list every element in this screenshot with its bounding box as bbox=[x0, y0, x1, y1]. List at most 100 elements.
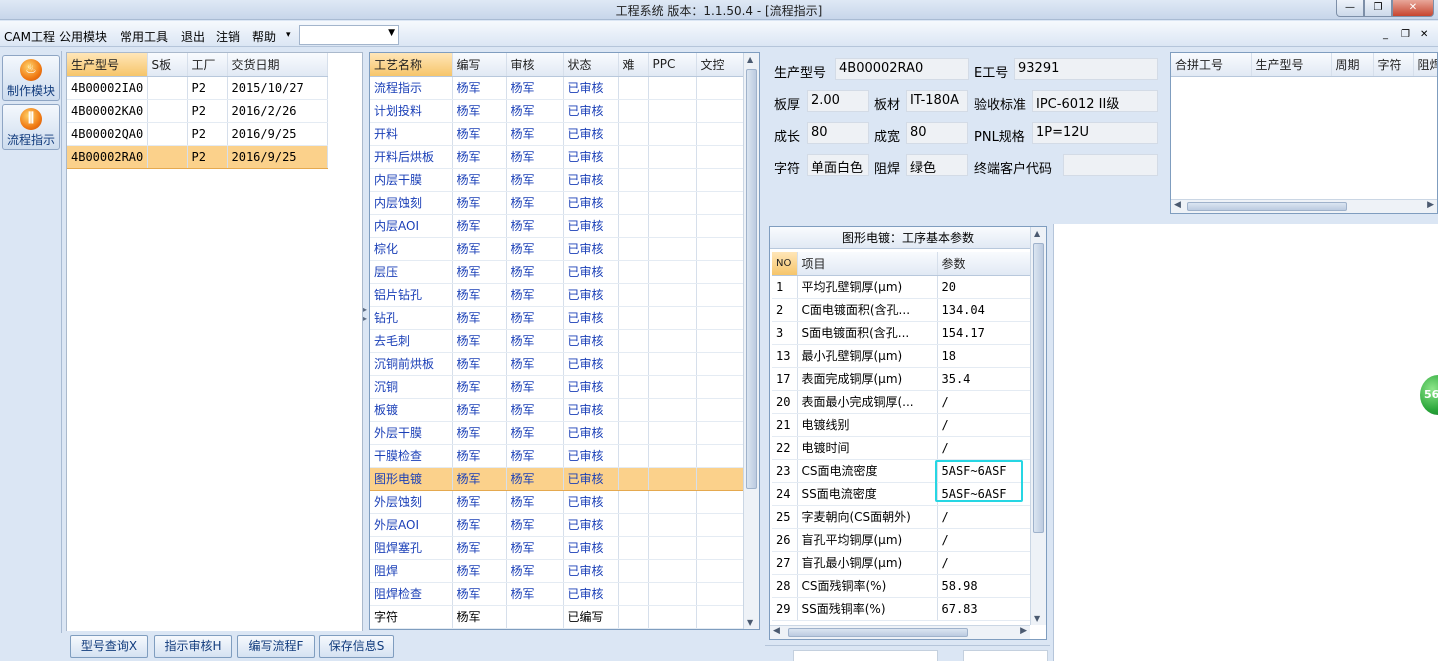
param-row[interactable]: 22 电镀时间 / bbox=[772, 436, 1031, 460]
nav-flow-indication[interactable]: ⫼ 流程指示 bbox=[2, 104, 60, 150]
process-row[interactable]: 外层AOI 杨军 杨军 已审核 bbox=[370, 513, 745, 537]
col-character[interactable]: 字符 bbox=[1373, 53, 1414, 77]
process-row[interactable]: 阻焊检查 杨军 杨军 已审核 bbox=[370, 582, 745, 606]
process-row[interactable]: 层压 杨军 杨军 已审核 bbox=[370, 260, 745, 284]
write-flow-button[interactable]: 编写流程F bbox=[237, 635, 315, 658]
pnl-value[interactable]: 1P=12U bbox=[1032, 122, 1158, 144]
scroll-up-icon[interactable]: ▲ bbox=[1034, 229, 1040, 238]
scroll-down-icon[interactable]: ▼ bbox=[1034, 614, 1040, 623]
review-instruction-button[interactable]: 指示审核H bbox=[154, 635, 232, 658]
col-combine-model[interactable]: 生产型号 bbox=[1251, 53, 1332, 77]
nav-make-module[interactable]: ♨ 制作模块 bbox=[2, 55, 60, 101]
minimize-button[interactable]: — bbox=[1336, 0, 1364, 17]
process-row[interactable]: 板镀 杨军 杨军 已审核 bbox=[370, 398, 745, 422]
param-row[interactable]: 3 S面电镀面积(含孔... 154.17 bbox=[772, 321, 1031, 345]
process-row[interactable]: 钻孔 杨军 杨军 已审核 bbox=[370, 306, 745, 330]
col-difficulty[interactable]: 难 bbox=[618, 53, 649, 77]
model-row[interactable]: 4B00002RA0 P2 2016/9/25 bbox=[67, 145, 328, 169]
model-query-button[interactable]: 型号查询X bbox=[70, 635, 148, 658]
menu-logout[interactable]: 注销 bbox=[216, 28, 240, 45]
param-row[interactable]: 13 最小孔壁铜厚(μm) 18 bbox=[772, 344, 1031, 368]
param-row[interactable]: 1 平均孔壁铜厚(μm) 20 bbox=[772, 275, 1031, 299]
col-factory[interactable]: 工厂 bbox=[187, 53, 228, 77]
combine-hscrollbar[interactable]: ◀ ▶ bbox=[1171, 199, 1437, 213]
process-row[interactable]: 字符 杨军 已编写 bbox=[370, 605, 745, 629]
col-cycle[interactable]: 周期 bbox=[1331, 53, 1374, 77]
help-dropdown-icon[interactable]: ▾ bbox=[286, 30, 291, 40]
process-row[interactable]: 棕化 杨军 杨军 已审核 bbox=[370, 237, 745, 261]
mdi-restore-button[interactable]: ❐ bbox=[1401, 29, 1410, 40]
process-row[interactable]: 内层AOI 杨军 杨军 已审核 bbox=[370, 214, 745, 238]
splitter-arrow-icon[interactable]: ▸ ▸ bbox=[363, 305, 367, 323]
col-reviewer[interactable]: 审核 bbox=[506, 53, 564, 77]
col-param[interactable]: 参数 bbox=[937, 252, 1031, 276]
close-button[interactable]: ✕ bbox=[1392, 0, 1434, 17]
param-row[interactable]: 29 SS面残铜率(%) 67.83 bbox=[772, 597, 1031, 621]
menu-exit[interactable]: 退出 bbox=[181, 28, 205, 45]
model-value[interactable]: 4B00002RA0 bbox=[835, 58, 969, 80]
process-row[interactable]: 外层干膜 杨军 杨军 已审核 bbox=[370, 421, 745, 445]
menu-help[interactable]: 帮助 bbox=[252, 28, 276, 45]
param-row[interactable]: 27 盲孔最小铜厚(μm) / bbox=[772, 551, 1031, 575]
scroll-right-icon[interactable]: ▶ bbox=[1427, 200, 1434, 210]
scroll-left-icon[interactable]: ◀ bbox=[773, 626, 780, 636]
process-row[interactable]: 开料 杨军 杨军 已审核 bbox=[370, 122, 745, 146]
standard-value[interactable]: IPC-6012 II级 bbox=[1032, 90, 1158, 112]
mdi-minimize-button[interactable]: _ bbox=[1383, 29, 1388, 40]
param-row[interactable]: 2 C面电镀面积(含孔... 134.04 bbox=[772, 298, 1031, 322]
scroll-left-icon[interactable]: ◀ bbox=[1174, 200, 1181, 210]
process-row[interactable]: 沉铜前烘板 杨军 杨军 已审核 bbox=[370, 352, 745, 376]
process-row[interactable]: 图形电镀 杨军 杨军 已审核 bbox=[370, 467, 745, 491]
col-doc-control[interactable]: 文控 bbox=[696, 53, 745, 77]
process-row[interactable]: 阻焊 杨军 杨军 已审核 bbox=[370, 559, 745, 583]
param-row[interactable]: 25 字麦朝向(CS面朝外) / bbox=[772, 505, 1031, 529]
customer-code-value[interactable] bbox=[1063, 154, 1158, 176]
model-row[interactable]: 4B00002IA0 P2 2015/10/27 bbox=[67, 76, 328, 100]
footer-field[interactable] bbox=[793, 650, 938, 661]
soldermask-value[interactable]: 绿色 bbox=[906, 154, 968, 176]
combine-scroll-thumb[interactable] bbox=[1187, 202, 1347, 211]
process-row[interactable]: 外层蚀刻 杨军 杨军 已审核 bbox=[370, 490, 745, 514]
process-row[interactable]: 开料后烘板 杨军 杨军 已审核 bbox=[370, 145, 745, 169]
param-row[interactable]: 17 表面完成铜厚(μm) 35.4 bbox=[772, 367, 1031, 391]
scroll-up-icon[interactable]: ▲ bbox=[747, 55, 753, 64]
process-vscrollbar[interactable]: ▲ ▼ bbox=[743, 53, 759, 629]
length-value[interactable]: 80 bbox=[807, 122, 869, 144]
process-row[interactable]: 沉铜 杨军 杨军 已审核 bbox=[370, 375, 745, 399]
params-scroll-thumb[interactable] bbox=[1033, 243, 1044, 533]
col-item[interactable]: 项目 bbox=[797, 252, 938, 276]
process-row[interactable]: 干膜检查 杨军 杨军 已审核 bbox=[370, 444, 745, 468]
params-hscrollbar[interactable]: ◀ ▶ bbox=[770, 625, 1030, 639]
menu-tools[interactable]: 常用工具 bbox=[120, 28, 168, 45]
col-status[interactable]: 状态 bbox=[563, 53, 619, 77]
process-row[interactable]: 内层蚀刻 杨军 杨军 已审核 bbox=[370, 191, 745, 215]
eno-value[interactable]: 93291 bbox=[1014, 58, 1158, 80]
thickness-value[interactable]: 2.00 bbox=[807, 90, 869, 112]
restore-button[interactable]: ❐ bbox=[1364, 0, 1392, 17]
col-soldermask[interactable]: 阻焊 bbox=[1413, 53, 1437, 77]
col-writer[interactable]: 编写 bbox=[452, 53, 507, 77]
process-row[interactable]: 去毛刺 杨军 杨军 已审核 bbox=[370, 329, 745, 353]
width-value[interactable]: 80 bbox=[906, 122, 968, 144]
scroll-right-icon[interactable]: ▶ bbox=[1020, 626, 1027, 636]
character-value[interactable]: 单面白色 bbox=[807, 154, 869, 176]
param-row[interactable]: 28 CS面残铜率(%) 58.98 bbox=[772, 574, 1031, 598]
params-hscroll-thumb[interactable] bbox=[788, 628, 968, 637]
process-row[interactable]: 内层干膜 杨军 杨军 已审核 bbox=[370, 168, 745, 192]
col-date[interactable]: 交货日期 bbox=[227, 53, 328, 77]
col-combine-no[interactable]: 合拼工号 bbox=[1171, 53, 1252, 77]
footer-field-2[interactable] bbox=[963, 650, 1048, 661]
col-ppc[interactable]: PPC bbox=[648, 53, 697, 77]
col-s[interactable]: S板 bbox=[147, 53, 188, 77]
process-row[interactable]: 铝片钻孔 杨军 杨军 已审核 bbox=[370, 283, 745, 307]
save-info-button[interactable]: 保存信息S bbox=[319, 635, 394, 658]
material-value[interactable]: IT-180A bbox=[906, 90, 968, 112]
param-row[interactable]: 26 盲孔平均铜厚(μm) / bbox=[772, 528, 1031, 552]
process-row[interactable]: 流程指示 杨军 杨军 已审核 bbox=[370, 76, 745, 100]
scroll-down-icon[interactable]: ▼ bbox=[747, 618, 753, 627]
param-row[interactable]: 21 电镀线别 / bbox=[772, 413, 1031, 437]
menu-common-modules[interactable]: 公用模块 bbox=[59, 28, 107, 45]
params-vscrollbar[interactable]: ▲ ▼ bbox=[1030, 227, 1046, 625]
col-process-name[interactable]: 工艺名称 bbox=[370, 53, 453, 77]
process-scroll-thumb[interactable] bbox=[746, 69, 757, 489]
